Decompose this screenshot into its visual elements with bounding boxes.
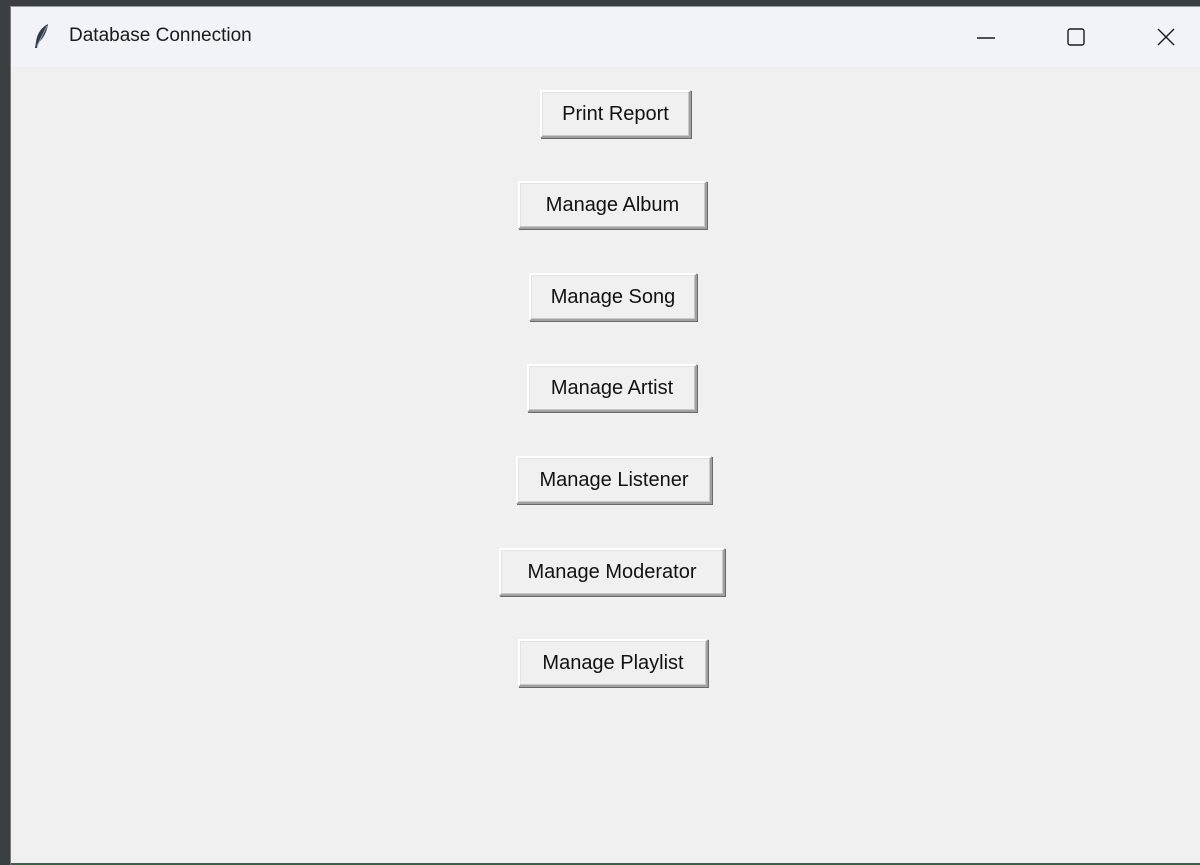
minimize-icon [976,27,996,47]
app-window: Database Connection Print Report Manage … [10,6,1200,865]
manage-listener-button[interactable]: Manage Listener [516,456,712,504]
print-report-button[interactable]: Print Report [540,90,691,138]
manage-playlist-button[interactable]: Manage Playlist [518,639,708,687]
title-bar[interactable]: Database Connection [11,7,1200,67]
window-title: Database Connection [69,25,252,46]
minimize-button[interactable] [941,7,1031,67]
close-button[interactable] [1121,7,1200,67]
manage-song-button[interactable]: Manage Song [529,273,697,321]
manage-moderator-button[interactable]: Manage Moderator [499,548,725,596]
maximize-icon [1066,27,1086,47]
maximize-button[interactable] [1031,7,1121,67]
feather-icon [33,23,51,49]
manage-album-button[interactable]: Manage Album [518,181,707,229]
main-content: Print Report Manage Album Manage Song Ma… [11,67,1200,865]
close-icon [1156,27,1176,47]
manage-artist-button[interactable]: Manage Artist [527,364,697,412]
